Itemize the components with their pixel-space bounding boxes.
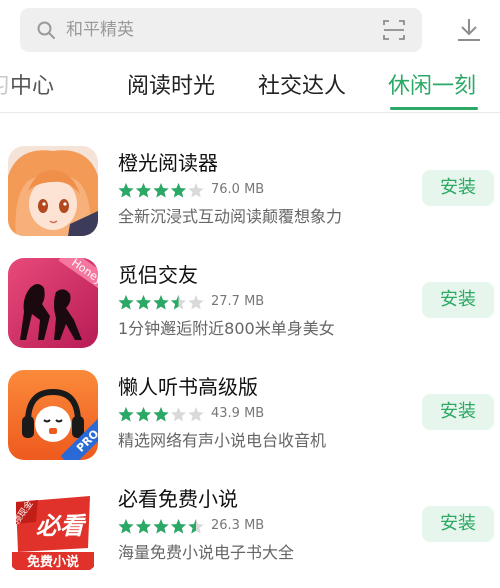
rating-star: [170, 183, 187, 198]
rating-star: [153, 407, 169, 422]
rating-star: [118, 183, 134, 198]
rating-star: [135, 519, 152, 534]
app-description: 1分钟邂逅附近800米单身美女: [118, 319, 335, 338]
rating-star: [153, 183, 169, 198]
couple-silhouette-icon: Honey: [8, 258, 98, 348]
app-name[interactable]: 懒人听书高级版: [118, 374, 258, 400]
app-size: 76.0 MB: [211, 182, 265, 197]
tab-social-expert[interactable]: 社交达人: [258, 72, 346, 102]
app-name[interactable]: 必看免费小说: [118, 486, 238, 512]
app-name[interactable]: 觅侣交友: [118, 262, 198, 288]
rating-star: [188, 183, 204, 198]
app-description: 全新沉浸式互动阅读颠覆想象力: [118, 207, 343, 226]
rating-star: [188, 407, 204, 422]
tab-leisure-moment[interactable]: 休闲一刻: [388, 72, 476, 102]
app-name[interactable]: 橙光阅读器: [118, 150, 218, 176]
rating-star: [153, 519, 169, 534]
rating-star: [153, 295, 169, 310]
rating-star: [118, 407, 134, 422]
icon-subtitle-text: 免费小说: [27, 554, 79, 570]
install-button[interactable]: 安装: [422, 506, 494, 542]
rating-star: [118, 519, 134, 534]
rating-star: [135, 407, 152, 422]
list-item[interactable]: PRO 懒人听书高级版 43.9 MB 精选网络有声小说电台收音机 安装: [0, 366, 500, 476]
rating-star: [170, 295, 187, 310]
rating-star: [170, 407, 187, 422]
search-icon: [37, 21, 55, 39]
rating-star: [170, 519, 187, 534]
download-icon[interactable]: [455, 16, 483, 44]
rating-stars: [118, 295, 204, 310]
active-tab-indicator: [390, 107, 478, 110]
search-input[interactable]: 和平精英: [66, 19, 134, 41]
list-item[interactable]: 领现金 必看 免费小说 必看免费小说 26.3 MB 海量免费小说电子书大全 安…: [0, 478, 500, 588]
rating-stars: [118, 407, 204, 422]
rating-stars: [118, 519, 204, 534]
rating-star: [188, 519, 204, 534]
headphones-face-icon: PRO: [8, 370, 98, 460]
app-size: 26.3 MB: [211, 518, 265, 533]
icon-logo-text: 必看: [36, 512, 87, 540]
app-size: 43.9 MB: [211, 406, 265, 421]
list-item[interactable]: 橙光阅读器 76.0 MB 全新沉浸式互动阅读颠覆想象力 安装: [0, 142, 500, 252]
install-button[interactable]: 安装: [422, 282, 494, 318]
rating-stars: [118, 183, 204, 198]
rating-star: [118, 295, 134, 310]
search-bar[interactable]: 和平精英: [20, 8, 422, 52]
rating-star: [135, 183, 152, 198]
tab-reading-time[interactable]: 阅读时光: [127, 72, 215, 102]
install-button[interactable]: 安装: [422, 394, 494, 430]
app-description: 海量免费小说电子书大全: [118, 543, 295, 562]
rating-star: [188, 295, 204, 310]
tab-study-center[interactable]: 习中心: [0, 72, 54, 102]
install-button[interactable]: 安装: [422, 170, 494, 206]
book-logo-icon: 领现金 必看 免费小说: [8, 482, 98, 572]
app-description: 精选网络有声小说电台收音机: [118, 431, 327, 450]
orange-anime-girl-icon: [8, 146, 98, 236]
category-tabs: 习中心 阅读时光 社交达人 休闲一刻: [0, 62, 500, 113]
app-size: 27.7 MB: [211, 294, 265, 309]
rating-star: [135, 295, 152, 310]
list-item[interactable]: Honey 觅侣交友 27.7 MB 1分钟邂逅附近800米单身美女 安装: [0, 254, 500, 364]
scan-icon[interactable]: [382, 18, 406, 42]
